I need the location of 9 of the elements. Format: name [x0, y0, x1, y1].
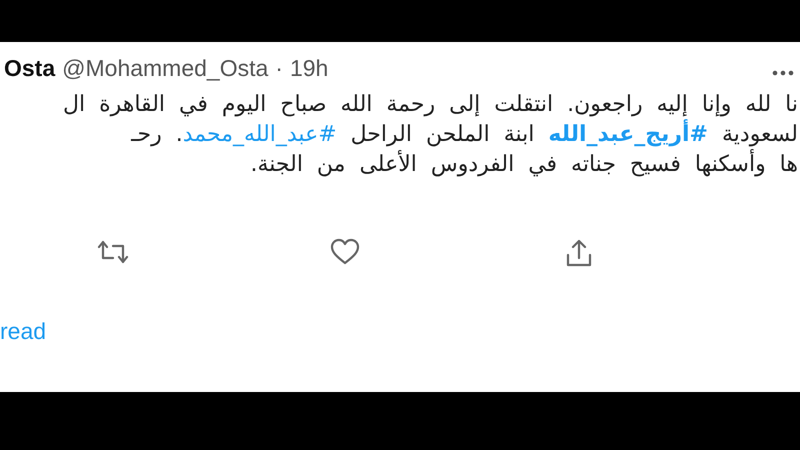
- more-icon[interactable]: [772, 70, 794, 76]
- heart-icon[interactable]: [330, 238, 360, 266]
- separator-dot: ·: [275, 54, 283, 82]
- share-icon[interactable]: [565, 238, 593, 268]
- tweet-text-line: نا لله وإنا إليه راجعون. انتقلت إلى رحمة الله صباح اليوم في القاهرة ال: [62, 92, 799, 118]
- tweet-time[interactable]: 19h: [290, 54, 328, 82]
- author-name[interactable]: Osta: [4, 54, 56, 82]
- author-handle[interactable]: @Mohammed_Osta: [62, 54, 268, 82]
- retweet-icon[interactable]: [95, 238, 131, 266]
